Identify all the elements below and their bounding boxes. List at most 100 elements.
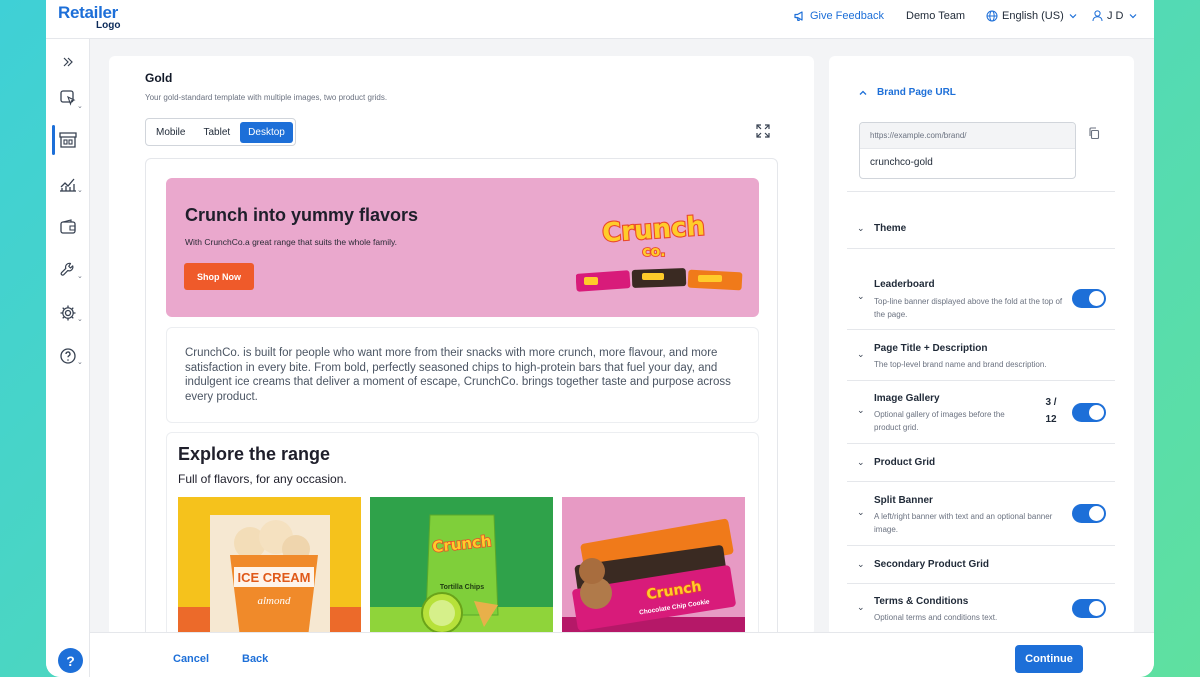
user-initials: J D: [1107, 10, 1124, 22]
crunch-brand-logo: Crunch co.: [600, 212, 707, 258]
section-description: Optional gallery of images before the pr…: [874, 410, 1005, 432]
chevron-down-icon: ⌄: [857, 291, 865, 301]
top-bar: Retailer Logo Give Feedback Demo Team En…: [46, 0, 1154, 39]
chevron-down-icon: [1069, 14, 1077, 19]
template-title: Gold: [145, 71, 173, 85]
shop-now-button[interactable]: Shop Now: [184, 263, 254, 290]
chevron-up-icon: [859, 90, 867, 95]
section-label: Product Grid: [874, 457, 936, 468]
cancel-button[interactable]: Cancel: [173, 653, 209, 665]
give-feedback-link[interactable]: Give Feedback: [794, 10, 884, 22]
editor-panel: Gold Your gold-standard template with mu…: [109, 56, 814, 636]
ice-cream-image: ICE CREAM almond: [178, 515, 361, 636]
divider: [847, 481, 1115, 482]
leaderboard-banner: Crunch into yummy flavors With CrunchCo.…: [166, 178, 759, 317]
sidebar: ⌄ ⌄ ⌄ ⌄ ⌄: [46, 39, 90, 677]
tile-sublabel: Tortilla Chips: [440, 584, 484, 591]
back-button[interactable]: Back: [242, 653, 268, 665]
brand-url-field[interactable]: https://example.com/brand/ crunchco-gold: [859, 122, 1076, 179]
brand-description-card: CrunchCo. is built for people who want m…: [166, 327, 759, 423]
language-selector[interactable]: English (US): [986, 10, 1078, 22]
gallery-count: 3 / 12: [1043, 394, 1059, 428]
chips-image: Crunch Tortilla Chips: [370, 514, 553, 636]
chevron-down-icon: ⌄: [77, 103, 83, 110]
help-button[interactable]: ?: [58, 648, 83, 673]
divider: [847, 329, 1115, 330]
copy-icon[interactable]: [1088, 127, 1100, 145]
gallery-count-used: 3 /: [1045, 397, 1057, 408]
url-slug-input[interactable]: crunchco-gold: [860, 149, 1075, 176]
chevron-down-icon: ⌄: [77, 187, 83, 194]
section-label: Image Gallery: [874, 393, 940, 404]
view-mobile-button[interactable]: Mobile: [148, 122, 193, 143]
terms-toggle[interactable]: [1072, 599, 1106, 618]
leaderboard-toggle[interactable]: [1072, 289, 1106, 308]
snack-bars-image: [576, 268, 743, 292]
tile-sublabel: almond: [258, 595, 292, 607]
chevron-down-icon: ⌄: [857, 349, 865, 359]
product-range-card: Explore the range Full of flavors, for a…: [166, 432, 759, 636]
chevron-down-icon: ⌄: [857, 405, 865, 415]
storefront-icon[interactable]: [56, 128, 80, 152]
chevron-down-icon: ⌄: [857, 507, 865, 517]
user-icon: [1092, 10, 1103, 22]
hero-title: Crunch into yummy flavors: [185, 205, 419, 225]
chevron-down-icon: ⌄: [77, 316, 83, 323]
logo-subtext: Logo: [96, 20, 121, 31]
product-grid-section[interactable]: ⌄ Product Grid: [857, 456, 1117, 476]
url-prefix: https://example.com/brand/: [860, 123, 1075, 149]
expand-sidebar-icon[interactable]: [56, 50, 80, 74]
chevron-down-icon: ⌄: [77, 359, 83, 366]
section-description: Optional terms and conditions text.: [874, 613, 998, 622]
device-view-switcher: Mobile Tablet Desktop: [145, 118, 296, 146]
split-banner-toggle[interactable]: [1072, 504, 1106, 523]
divider: [847, 545, 1115, 546]
section-description: A left/right banner with text and an opt…: [874, 512, 1053, 534]
section-description: Top-line banner displayed above the fold…: [874, 297, 1063, 319]
section-label: Page Title + Description: [874, 343, 988, 354]
divider: [847, 380, 1115, 381]
gallery-count-total: 12: [1045, 414, 1057, 425]
range-title: Explore the range: [178, 444, 331, 464]
section-label: Leaderboard: [874, 279, 935, 290]
section-label: Secondary Product Grid: [874, 559, 990, 570]
megaphone-icon: [794, 11, 803, 21]
brand-url-heading: Brand Page URL: [877, 87, 956, 98]
fullscreen-icon[interactable]: [756, 124, 770, 143]
product-tile-chips[interactable]: Crunch Tortilla Chips: [370, 497, 553, 636]
chevron-down-icon: ⌄: [77, 273, 83, 280]
product-tile-ice-cream[interactable]: ICE CREAM almond: [178, 497, 361, 636]
chevron-down-icon: ⌄: [857, 457, 865, 467]
section-label: Split Banner: [874, 495, 933, 506]
user-menu[interactable]: J D: [1092, 10, 1138, 22]
range-subtitle: Full of flavors, for any occasion.: [178, 472, 347, 486]
chevron-down-icon: ⌄: [857, 559, 865, 569]
image-gallery-toggle[interactable]: [1072, 403, 1106, 422]
brand-url-section-toggle[interactable]: Brand Page URL: [858, 87, 956, 98]
page-preview: Crunch into yummy flavors With CrunchCo.…: [145, 158, 778, 636]
chevron-down-icon: [1129, 14, 1136, 19]
cookie-bars-image: Crunch Chocolate Chip Cookie: [562, 518, 745, 636]
team-name: Demo Team: [906, 10, 966, 22]
product-tile-cookie-bars[interactable]: Crunch Chocolate Chip Cookie: [562, 497, 745, 636]
page-title-section[interactable]: ⌄ Page Title + Description The top-level…: [857, 343, 1117, 373]
section-description: The top-level brand name and brand descr…: [874, 360, 1047, 369]
team-selector[interactable]: Demo Team: [906, 10, 965, 22]
wallet-icon[interactable]: [56, 215, 80, 239]
theme-section[interactable]: ⌄ Theme: [857, 222, 1117, 242]
section-label: Terms & Conditions: [874, 596, 969, 607]
divider: [847, 583, 1115, 584]
settings-panel: Brand Page URL https://example.com/brand…: [829, 56, 1134, 636]
divider: [847, 248, 1115, 249]
view-tablet-button[interactable]: Tablet: [195, 122, 238, 143]
view-desktop-button[interactable]: Desktop: [240, 121, 293, 143]
retailer-logo[interactable]: Retailer Logo: [58, 4, 120, 31]
bottom-action-bar: Cancel Back Continue: [90, 632, 1154, 677]
app-window: Retailer Logo Give Feedback Demo Team En…: [46, 0, 1154, 677]
active-indicator: [52, 125, 55, 155]
chevron-down-icon: ⌄: [857, 602, 865, 612]
divider: [847, 191, 1115, 192]
secondary-product-grid-section[interactable]: ⌄ Secondary Product Grid: [857, 558, 1117, 578]
template-subtitle: Your gold-standard template with multipl…: [145, 93, 388, 102]
continue-button[interactable]: Continue: [1015, 645, 1083, 673]
